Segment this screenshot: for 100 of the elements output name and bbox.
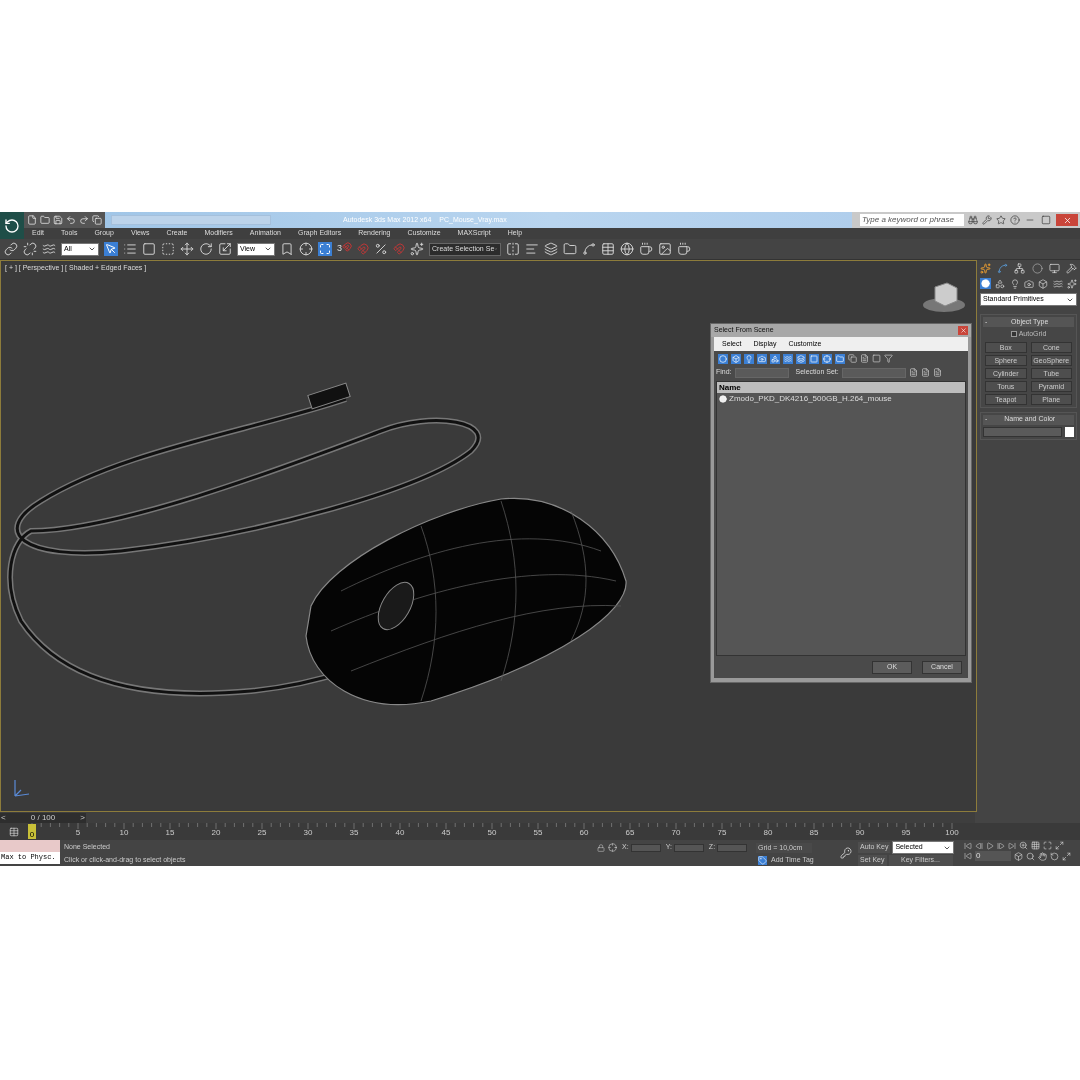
filter-button[interactable]: [822, 353, 832, 364]
manipulate-button[interactable]: [318, 242, 332, 256]
copy-icon[interactable]: [848, 354, 857, 363]
waves-icon[interactable]: [42, 242, 56, 256]
coordinate-field[interactable]: [717, 843, 748, 852]
zoom-icon[interactable]: [1019, 841, 1028, 850]
filter-button[interactable]: [783, 353, 793, 364]
find-field[interactable]: [734, 367, 789, 378]
zoom-extents-icon[interactable]: [1043, 841, 1052, 850]
layers-icon[interactable]: [544, 242, 558, 256]
document-icon[interactable]: [908, 368, 918, 377]
folder-icon[interactable]: [563, 242, 577, 256]
star-icon[interactable]: [996, 215, 1006, 225]
maximize-icon[interactable]: [1040, 215, 1052, 225]
percent-icon[interactable]: [374, 242, 388, 256]
globe-icon[interactable]: [620, 242, 634, 256]
filter-icon[interactable]: [884, 354, 893, 363]
rectangle-icon[interactable]: [142, 242, 156, 256]
help-icon[interactable]: [1010, 215, 1020, 225]
filter-button[interactable]: [731, 353, 741, 364]
box-icon[interactable]: [1038, 278, 1049, 289]
lock-icon[interactable]: [597, 843, 605, 852]
expand-icon[interactable]: [1055, 841, 1064, 850]
save-icon[interactable]: [53, 215, 63, 225]
color-swatch[interactable]: [1065, 426, 1074, 437]
key-icon[interactable]: [840, 847, 852, 859]
grid-icon[interactable]: [1031, 841, 1040, 850]
hammer-icon[interactable]: [1065, 263, 1077, 274]
image-icon[interactable]: [658, 242, 672, 256]
document-icon[interactable]: [860, 354, 869, 363]
link-icon[interactable]: [4, 242, 18, 256]
sun-icon[interactable]: [980, 263, 991, 274]
autogrid-checkbox[interactable]: [1010, 331, 1017, 338]
monitor-icon[interactable]: [1048, 263, 1060, 274]
filter-button[interactable]: [796, 353, 806, 364]
wrench-icon[interactable]: [982, 215, 992, 225]
search-field[interactable]: Type a keyword or phrase: [860, 214, 964, 226]
view-cube-icon[interactable]: [921, 279, 967, 313]
workspace-field[interactable]: [111, 215, 271, 225]
name-column-header[interactable]: Name: [717, 382, 965, 393]
pan-icon[interactable]: [1038, 851, 1047, 861]
filter-button[interactable]: [757, 353, 767, 364]
shapes-icon[interactable]: [995, 278, 1006, 289]
skip-back-icon[interactable]: [964, 841, 972, 850]
app-logo-button[interactable]: [0, 212, 24, 239]
sparkle-icon[interactable]: [410, 242, 424, 256]
bookmark-icon[interactable]: [280, 242, 294, 256]
lightbulb-icon[interactable]: [1009, 278, 1020, 289]
filter-button[interactable]: [718, 353, 728, 364]
next-frame-arrow[interactable]: >: [79, 811, 86, 824]
document-icon[interactable]: [920, 368, 930, 377]
coordinate-field[interactable]: [673, 843, 704, 852]
mirror-icon[interactable]: [506, 242, 520, 256]
close-button[interactable]: [958, 326, 968, 335]
filter-button[interactable]: [809, 353, 819, 364]
undo-icon[interactable]: [66, 215, 76, 225]
skip-back-icon[interactable]: [964, 852, 972, 860]
scale-icon[interactable]: [218, 242, 232, 256]
redo-icon[interactable]: [79, 215, 89, 225]
close-button[interactable]: [1056, 214, 1078, 226]
crosshair-icon[interactable]: [299, 242, 313, 256]
filter-button[interactable]: [770, 353, 780, 364]
sparkle-icon[interactable]: [1066, 278, 1077, 289]
align-icon[interactable]: [525, 242, 539, 256]
filter-button[interactable]: [835, 353, 845, 364]
waves-icon[interactable]: [1052, 278, 1063, 289]
time-thumb[interactable]: 0: [28, 824, 36, 839]
rotate-icon[interactable]: [199, 242, 213, 256]
time-slider-thumb[interactable]: < 0 / 100 >: [0, 812, 86, 823]
geometry-button[interactable]: [980, 278, 991, 289]
object-name-field[interactable]: [983, 426, 1062, 437]
step-forward-icon[interactable]: [997, 841, 1005, 850]
current-frame-field[interactable]: 0: [975, 851, 1011, 861]
step-back-icon[interactable]: [975, 841, 983, 850]
play-icon[interactable]: [986, 841, 994, 850]
network-icon[interactable]: [1014, 263, 1026, 274]
binoculars-icon[interactable]: [968, 215, 978, 225]
object-name[interactable]: Zmodo_PKD_DK4216_500GB_H.264_mouse: [729, 393, 892, 405]
curve-icon[interactable]: [582, 242, 596, 256]
coordinate-field[interactable]: [630, 843, 661, 852]
unlink-icon[interactable]: [23, 242, 37, 256]
camera-icon[interactable]: [1024, 278, 1034, 289]
square-icon[interactable]: [872, 354, 881, 363]
select-object-button[interactable]: [104, 242, 118, 256]
new-file-icon[interactable]: [27, 215, 37, 225]
filter-button[interactable]: [744, 353, 754, 364]
snap-toggle[interactable]: 3: [337, 242, 352, 256]
box-icon[interactable]: [1014, 851, 1023, 861]
search-icon[interactable]: [1026, 851, 1035, 861]
orbit-icon[interactable]: [1050, 851, 1059, 861]
expand-icon[interactable]: [1062, 851, 1071, 861]
document-icon[interactable]: [932, 368, 942, 377]
listener-input[interactable]: [0, 840, 60, 852]
teapot-icon[interactable]: [639, 242, 653, 256]
circle-icon[interactable]: [1031, 263, 1043, 274]
move-icon[interactable]: [180, 242, 194, 256]
time-slider-track[interactable]: < 0 / 100 >: [0, 812, 975, 823]
table-icon[interactable]: [601, 242, 615, 256]
curve-icon[interactable]: [997, 263, 1009, 274]
teapot-icon[interactable]: [677, 242, 691, 256]
